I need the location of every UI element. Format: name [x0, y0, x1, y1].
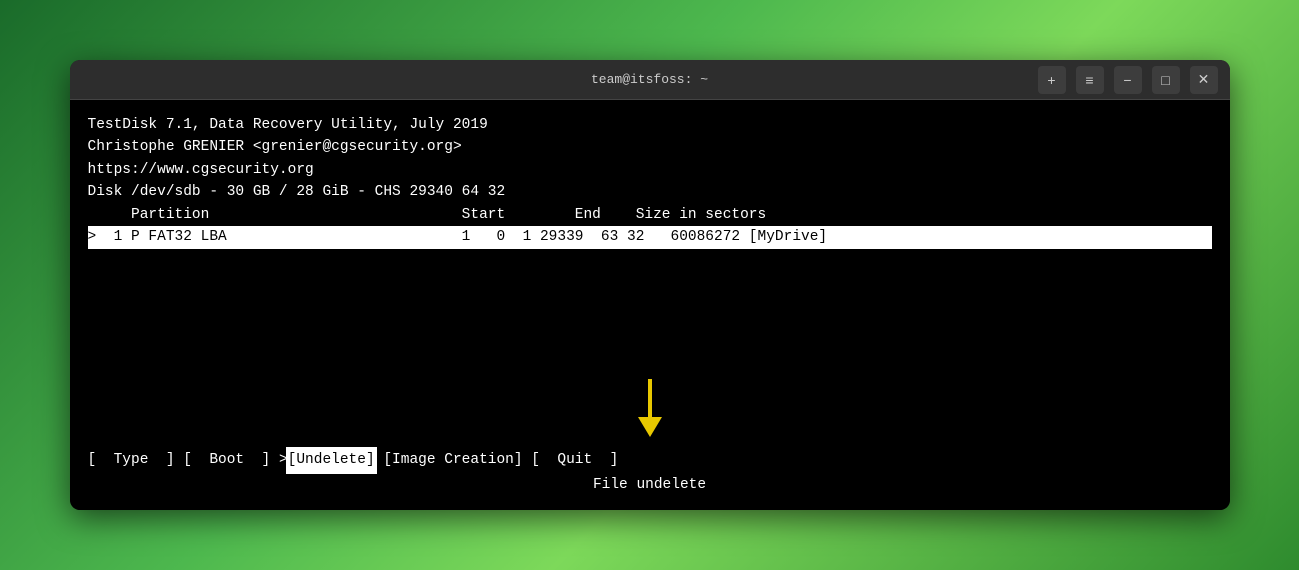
menu-arrow-icon: > — [279, 449, 288, 471]
line-1: TestDisk 7.1, Data Recovery Utility, Jul… — [88, 114, 1212, 136]
line-2: Christophe GRENIER <grenier@cgsecurity.o… — [88, 136, 1212, 158]
quit-menu-item[interactable]: [ Quit ] — [531, 449, 618, 471]
terminal-window: team@itsfoss: ~ + ≡ − □ ✕ TestDisk 7.1, … — [70, 60, 1230, 510]
maximize-button[interactable]: □ — [1152, 66, 1180, 94]
boot-menu-item[interactable]: [ Boot ] — [183, 449, 270, 471]
image-creation-menu-item[interactable]: [Image Creation] — [383, 449, 522, 471]
partition-row[interactable]: > 1 P FAT32 LBA 1 0 1 29339 63 32 600862… — [88, 226, 1212, 248]
undelete-menu-item[interactable]: [Undelete] — [288, 449, 375, 471]
terminal-body: TestDisk 7.1, Data Recovery Utility, Jul… — [70, 100, 1230, 510]
window-title: team@itsfoss: ~ — [591, 72, 708, 87]
titlebar-controls: + ≡ − □ ✕ — [1038, 66, 1218, 94]
menu-bar: [ Type ] [ Boot ] > [Undelete] [Image Cr… — [88, 449, 1212, 471]
partition-header: Partition Start End Size in sectors — [88, 204, 1212, 226]
spacer — [88, 249, 1212, 379]
line-3: https://www.cgsecurity.org — [88, 159, 1212, 181]
disk-info-line: Disk /dev/sdb - 30 GB / 28 GiB - CHS 293… — [88, 181, 1212, 203]
close-button[interactable]: ✕ — [1190, 66, 1218, 94]
new-tab-button[interactable]: + — [1038, 66, 1066, 94]
titlebar: team@itsfoss: ~ + ≡ − □ ✕ — [70, 60, 1230, 100]
status-label: File undelete — [88, 474, 1212, 496]
arrow-container — [88, 379, 1212, 439]
menu-button[interactable]: ≡ — [1076, 66, 1104, 94]
type-menu-item[interactable]: [ Type ] — [88, 449, 175, 471]
down-arrow-icon — [635, 379, 665, 439]
bottom-section: [ Type ] [ Boot ] > [Undelete] [Image Cr… — [88, 449, 1212, 496]
minimize-button[interactable]: − — [1114, 66, 1142, 94]
